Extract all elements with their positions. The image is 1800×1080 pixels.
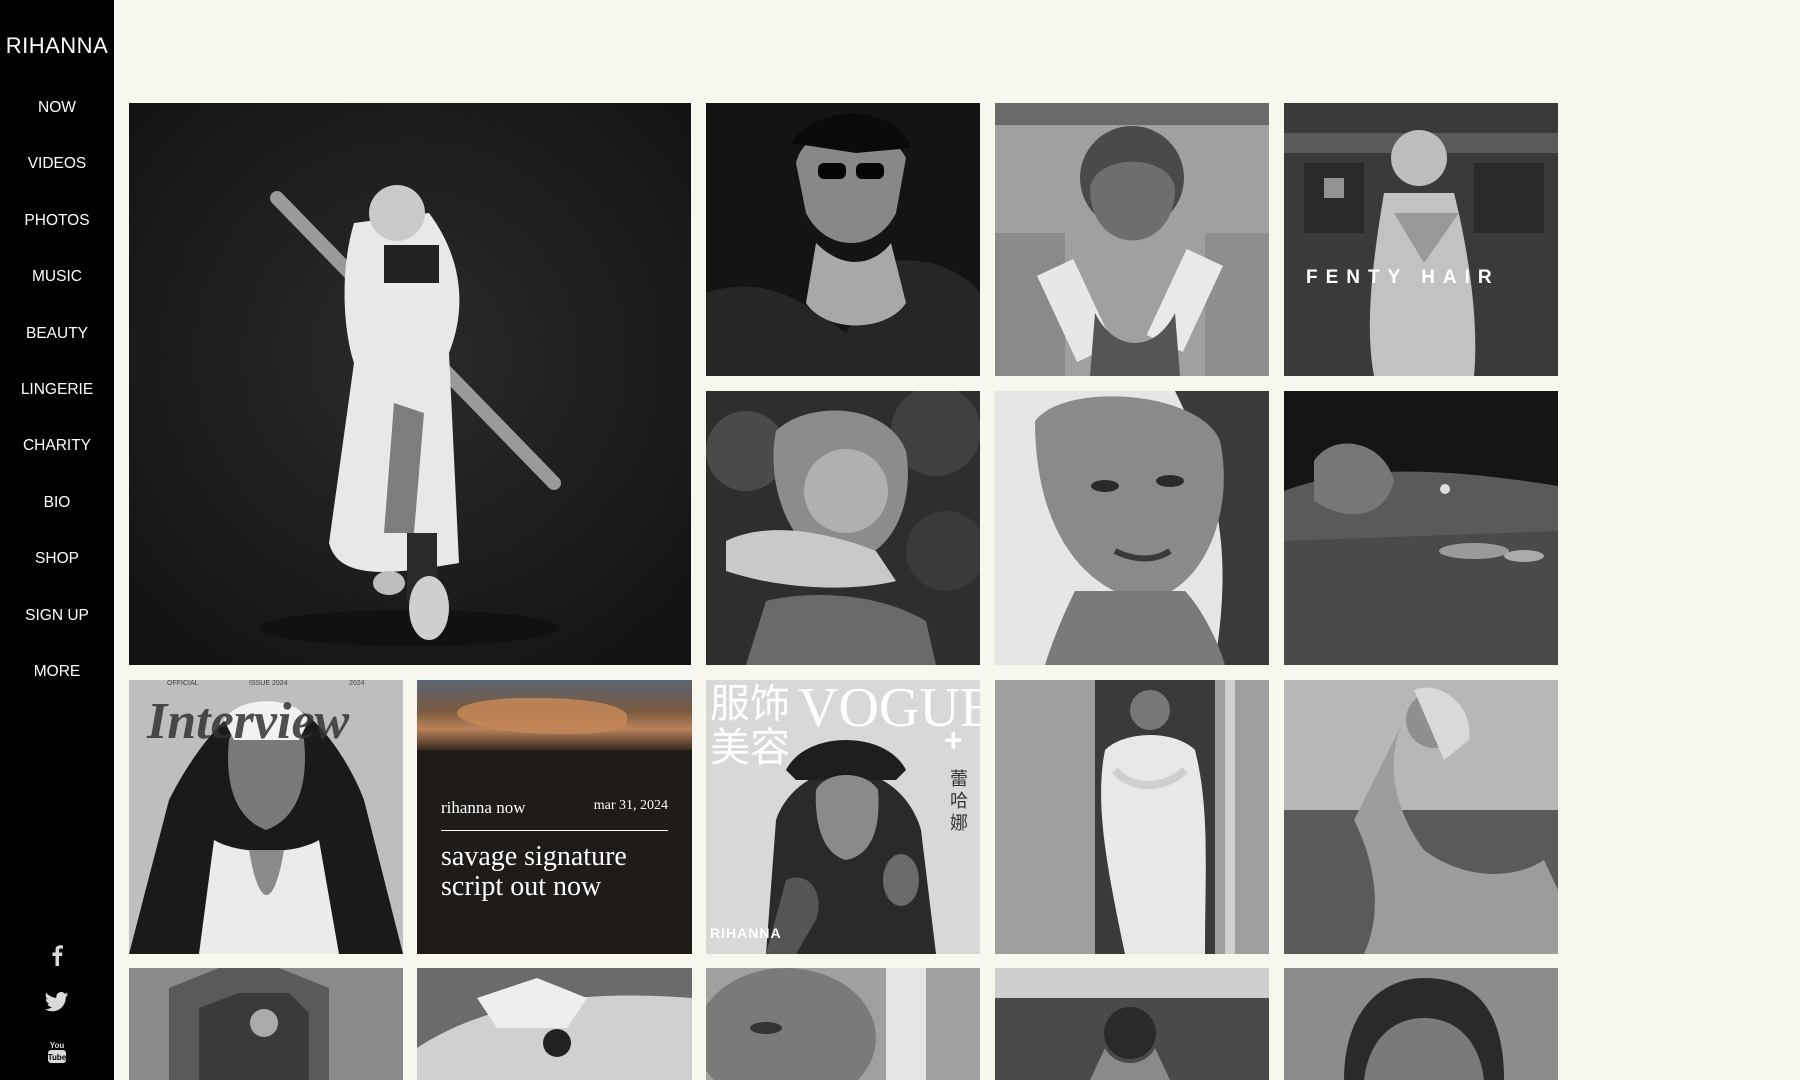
- nav-item-sign-up[interactable]: SIGN UP: [0, 605, 114, 661]
- photo-tile-reclining[interactable]: [1284, 680, 1558, 954]
- site-logo[interactable]: RIHANNA: [0, 33, 114, 59]
- photo-tile-fenty-hair[interactable]: FENTY HAIR: [1284, 103, 1558, 376]
- photo-reclining: [1284, 680, 1558, 954]
- photo-tile-hair-top[interactable]: [1284, 968, 1558, 1080]
- photo-hexagon-room: [129, 968, 403, 1080]
- photo-tile-sculpture[interactable]: [417, 968, 692, 1080]
- photo-tile-studio[interactable]: [995, 968, 1269, 1080]
- photo-fenty-products: [995, 103, 1269, 376]
- photo-tile-vogue-cover[interactable]: 服饰美容 VOGUE + 蕾哈娜 RIHANNA: [706, 680, 980, 954]
- photo-sculpture: [417, 968, 692, 1080]
- vogue-side-cjk: 蕾哈娜: [950, 769, 968, 833]
- youtube-icon: You Tube: [48, 1041, 67, 1063]
- promo-card-rihanna-now[interactable]: rihanna now mar 31, 2024 savage signatur…: [417, 680, 692, 954]
- photo-studio: [995, 968, 1269, 1080]
- photo-grass-field: [1284, 391, 1558, 665]
- photo-tile-pencil-portrait[interactable]: [129, 103, 691, 665]
- photo-beauty-product: [706, 968, 980, 1080]
- photo-sunglasses: [706, 103, 980, 376]
- interview-masthead: Interview: [147, 693, 350, 750]
- photo-tile-closeup-portrait[interactable]: [995, 391, 1269, 665]
- photo-tile-beauty-product[interactable]: [706, 968, 980, 1080]
- vogue-plus: +: [944, 722, 963, 758]
- fenty-hair-overlay-text: FENTY HAIR: [1306, 267, 1500, 288]
- twitter-icon: [45, 992, 69, 1012]
- interview-issue-label: OFFICIAL: [167, 680, 199, 687]
- main-nav: NOW VIDEOS PHOTOS MUSIC BEAUTY LINGERIE …: [0, 97, 114, 717]
- photo-tile-fenty-products[interactable]: [995, 103, 1269, 376]
- nav-item-bio[interactable]: BIO: [0, 492, 114, 548]
- photo-curly-hair: [706, 391, 980, 665]
- twitter-link[interactable]: [0, 992, 114, 1017]
- sidebar: RIHANNA NOW VIDEOS PHOTOS MUSIC BEAUTY L…: [0, 0, 114, 1080]
- nav-item-music[interactable]: MUSIC: [0, 266, 114, 322]
- photo-tile-grass-field[interactable]: [1284, 391, 1558, 665]
- nav-item-now[interactable]: NOW: [0, 97, 114, 153]
- svg-text:Tube: Tube: [48, 1053, 67, 1062]
- promo-headline: savage signature script out now: [441, 841, 627, 902]
- photo-fur-coat: [995, 680, 1269, 954]
- photo-tile-hexagon-room[interactable]: [129, 968, 403, 1080]
- facebook-link[interactable]: [0, 944, 114, 971]
- interview-issue-number: ISSUE 2024: [249, 680, 288, 687]
- interview-issue-date: 2024: [349, 680, 365, 687]
- nav-item-beauty[interactable]: BEAUTY: [0, 323, 114, 379]
- vogue-cover-name: RIHANNA: [710, 925, 782, 941]
- facebook-icon: [52, 945, 63, 966]
- photo-hair-top: [1284, 968, 1558, 1080]
- photo-tile-sunglasses[interactable]: [706, 103, 980, 376]
- youtube-link[interactable]: You Tube: [0, 1040, 114, 1069]
- nav-item-more[interactable]: MORE: [0, 661, 114, 717]
- photo-closeup-portrait: [995, 391, 1269, 665]
- nav-item-lingerie[interactable]: LINGERIE: [0, 379, 114, 435]
- photo-tile-interview-cover[interactable]: Interview OFFICIAL ISSUE 2024 2024: [129, 680, 403, 954]
- promo-label: rihanna now: [441, 798, 526, 817]
- vogue-cjk-title: 服饰美容: [710, 681, 790, 770]
- nav-item-photos[interactable]: PHOTOS: [0, 210, 114, 266]
- promo-divider: [441, 830, 668, 831]
- photo-tile-fur-coat[interactable]: [995, 680, 1269, 954]
- nav-item-charity[interactable]: CHARITY: [0, 435, 114, 491]
- photo-pencil-portrait: [129, 103, 691, 665]
- nav-item-shop[interactable]: SHOP: [0, 548, 114, 604]
- svg-text:You: You: [50, 1041, 65, 1050]
- promo-date: mar 31, 2024: [593, 798, 668, 813]
- nav-item-videos[interactable]: VIDEOS: [0, 153, 114, 209]
- photo-tile-curly-hair[interactable]: [706, 391, 980, 665]
- photo-fenty-hair: [1284, 103, 1558, 376]
